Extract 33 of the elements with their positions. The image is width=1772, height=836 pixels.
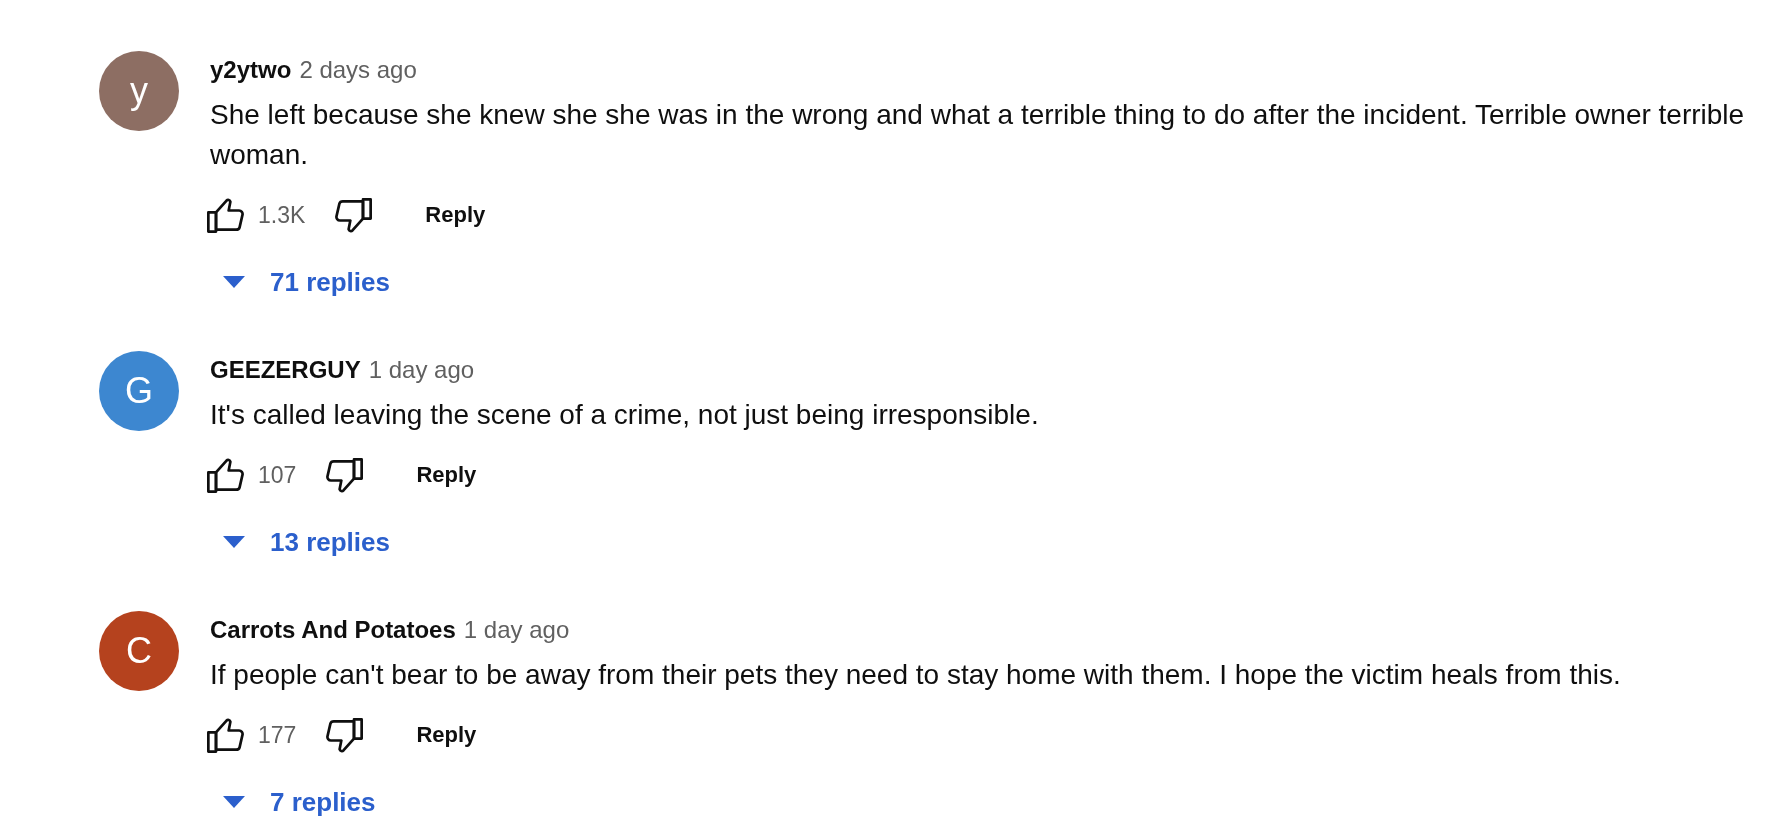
thumbs-down-icon (335, 197, 373, 233)
thumbs-up-icon (207, 717, 244, 753)
replies-toggle[interactable]: 7 replies (223, 786, 376, 818)
avatar[interactable]: y (99, 51, 179, 131)
thumbs-up-icon (207, 457, 244, 493)
comment-text: She left because she knew she she was in the wrong and what a terrible thing to do after the incident. Terrible owner terrible woman. (210, 98, 1746, 172)
author-name[interactable]: GEEZERGUY (210, 355, 361, 385)
avatar[interactable]: C (99, 611, 179, 691)
thumbs-up-icon (207, 197, 244, 233)
comment-text: It's called leaving the scene of a crime, not just being irresponsible. (210, 398, 1040, 432)
like-button[interactable] (207, 457, 244, 493)
like-count: 107 (258, 461, 297, 489)
comment-time[interactable]: 1 day ago (463, 615, 570, 645)
like-count: 177 (258, 721, 297, 749)
replies-toggle[interactable]: 13 replies (223, 526, 390, 558)
dislike-button[interactable] (326, 717, 364, 753)
avatar[interactable]: G (99, 351, 179, 431)
replies-toggle[interactable]: 71 replies (223, 266, 390, 298)
like-button[interactable] (207, 717, 244, 753)
author-name[interactable]: y2ytwo (210, 55, 292, 85)
comment-text: If people can't bear to be away from their pets they need to stay home with them. I hope the victim heals from this. (210, 658, 1622, 692)
reply-button[interactable]: Reply (416, 722, 477, 748)
thumbs-down-icon (326, 457, 364, 493)
dislike-button[interactable] (335, 197, 373, 233)
comment-time[interactable]: 2 days ago (299, 55, 417, 85)
reply-button[interactable]: Reply (425, 202, 486, 228)
author-name[interactable]: Carrots And Potatoes (210, 615, 456, 645)
comment-time[interactable]: 1 day ago (368, 355, 475, 385)
reply-button[interactable]: Reply (416, 462, 477, 488)
like-count: 1.3K (258, 201, 306, 229)
thumbs-down-icon (326, 717, 364, 753)
dislike-button[interactable] (326, 457, 364, 493)
like-button[interactable] (207, 197, 244, 233)
